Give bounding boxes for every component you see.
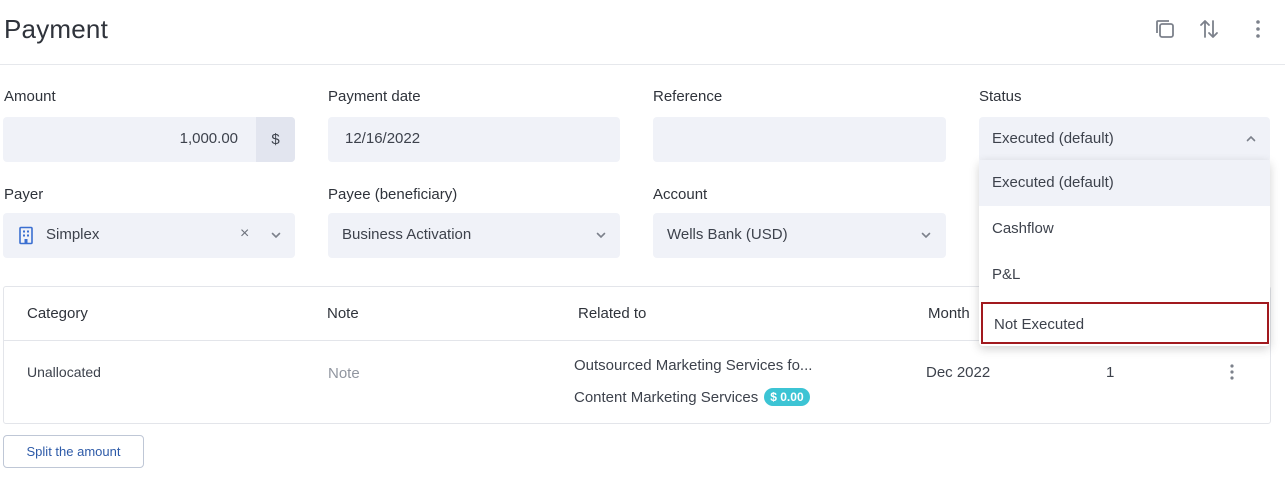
chevron-down-icon: [596, 232, 606, 239]
status-option-pl[interactable]: P&L: [979, 252, 1270, 298]
payer-value: Simplex: [46, 226, 100, 243]
status-value: Executed (default): [992, 130, 1114, 147]
amount-value: 1,000.00: [179, 130, 238, 147]
sort-arrows-icon[interactable]: [1196, 16, 1222, 42]
more-vertical-icon[interactable]: [1245, 16, 1271, 42]
amount-label: Amount: [4, 88, 56, 105]
copy-icon[interactable]: [1152, 16, 1178, 42]
payment-date-field[interactable]: 12/16/2022: [328, 117, 620, 162]
account-value: Wells Bank (USD): [667, 226, 788, 243]
chevron-down-icon: [271, 232, 281, 239]
payee-select[interactable]: Business Activation: [328, 213, 620, 258]
chevron-up-icon: [1246, 135, 1256, 142]
payment-date-value: 12/16/2022: [345, 130, 421, 147]
status-select[interactable]: Executed (default): [979, 117, 1270, 162]
related-to-label: Content Marketing Services: [574, 389, 759, 406]
status-label: Status: [979, 88, 1022, 105]
amount-badge: $ 0.00: [764, 388, 810, 406]
page-header: Payment: [0, 0, 1285, 65]
chevron-down-icon: [921, 232, 931, 239]
note-input[interactable]: Note: [328, 365, 360, 382]
column-header-month: Month: [928, 305, 970, 322]
building-icon: [19, 226, 33, 245]
payer-select[interactable]: Simplex ×: [3, 213, 295, 258]
status-option-not-executed[interactable]: Not Executed: [981, 302, 1269, 344]
category-cell[interactable]: Unallocated: [27, 364, 101, 380]
month-cell[interactable]: Dec 2022: [926, 364, 990, 381]
currency-addon: $: [256, 117, 295, 162]
quantity-cell[interactable]: 1: [1106, 364, 1114, 381]
account-select[interactable]: Wells Bank (USD): [653, 213, 946, 258]
payment-date-label: Payment date: [328, 88, 421, 105]
reference-input[interactable]: [653, 117, 946, 162]
split-amount-button[interactable]: Split the amount: [3, 435, 144, 468]
column-header-related: Related to: [578, 305, 647, 322]
status-option-cashflow[interactable]: Cashflow: [979, 206, 1270, 252]
status-dropdown-menu: Executed (default) Cashflow P&L Not Exec…: [979, 160, 1270, 346]
related-to-item[interactable]: Outsourced Marketing Services fo...: [574, 357, 812, 374]
status-option-executed[interactable]: Executed (default): [979, 160, 1270, 206]
row-more-icon[interactable]: [1222, 361, 1242, 388]
account-label: Account: [653, 186, 708, 203]
clear-icon[interactable]: ×: [240, 225, 249, 243]
payee-value: Business Activation: [342, 226, 472, 243]
column-header-note: Note: [327, 305, 359, 322]
related-to-item-2[interactable]: Content Marketing Services $ 0.00: [574, 388, 810, 406]
column-header-category: Category: [27, 305, 88, 322]
amount-field[interactable]: 1,000.00 $: [3, 117, 295, 162]
payer-label: Payer: [4, 186, 44, 203]
payee-label: Payee (beneficiary): [328, 186, 458, 203]
page-title: Payment: [4, 14, 109, 44]
reference-label: Reference: [653, 88, 723, 105]
